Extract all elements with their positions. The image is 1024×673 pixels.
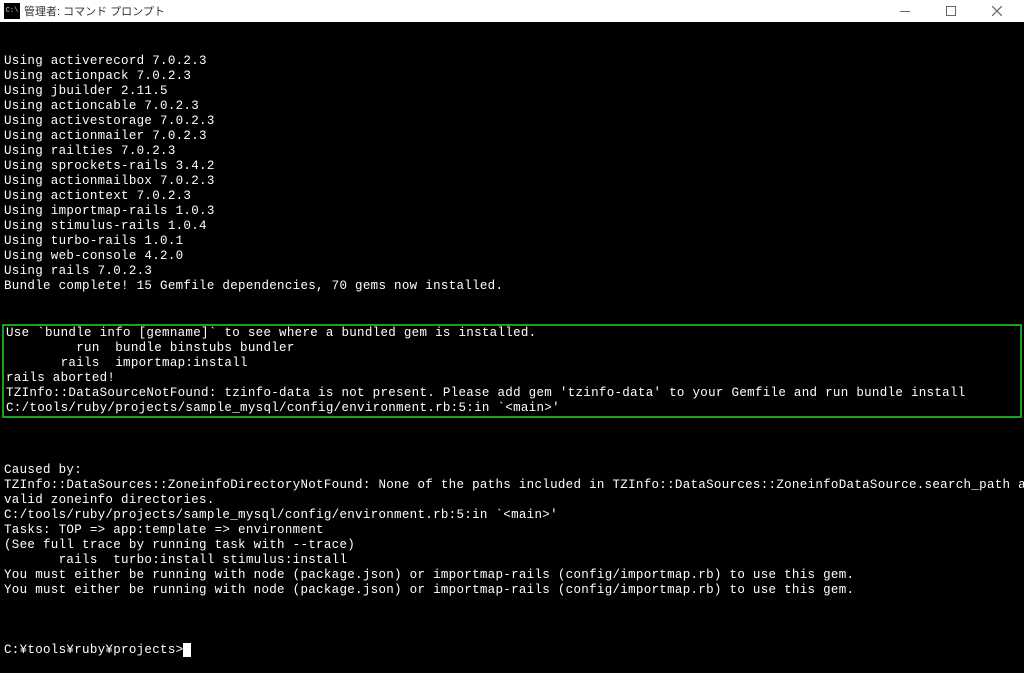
terminal-line: TZInfo::DataSourceNotFound: tzinfo-data … — [6, 386, 1018, 401]
terminal-line: Using activerecord 7.0.2.3 — [4, 54, 1020, 69]
terminal-line: Using actionpack 7.0.2.3 — [4, 69, 1020, 84]
terminal-line — [4, 598, 1020, 613]
highlighted-error-box: Use `bundle info [gemname]` to see where… — [2, 324, 1022, 418]
terminal-line: (See full trace by running task with --t… — [4, 538, 1020, 553]
terminal-line: C:/tools/ruby/projects/sample_mysql/conf… — [4, 508, 1020, 523]
terminal-line: You must either be running with node (pa… — [4, 568, 1020, 583]
terminal-line: Using actioncable 7.0.2.3 — [4, 99, 1020, 114]
terminal-line: Using rails 7.0.2.3 — [4, 264, 1020, 279]
prompt-text: C:¥tools¥ruby¥projects> — [4, 643, 183, 657]
terminal-line: rails turbo:install stimulus:install — [4, 553, 1020, 568]
terminal-line: Bundle complete! 15 Gemfile dependencies… — [4, 279, 1020, 294]
maximize-button[interactable] — [928, 0, 974, 22]
terminal-line: Using web-console 4.2.0 — [4, 249, 1020, 264]
terminal-line: Using actionmailbox 7.0.2.3 — [4, 174, 1020, 189]
terminal-line: Use `bundle info [gemname]` to see where… — [6, 326, 1018, 341]
minimize-button[interactable] — [882, 0, 928, 22]
window-controls — [882, 0, 1020, 22]
terminal-line: Using actionmailer 7.0.2.3 — [4, 129, 1020, 144]
terminal-line: run bundle binstubs bundler — [6, 341, 1018, 356]
prompt-line: C:¥tools¥ruby¥projects> — [4, 643, 1020, 658]
terminal-line: rails aborted! — [6, 371, 1018, 386]
terminal-line: Using railties 7.0.2.3 — [4, 144, 1020, 159]
terminal-line: C:/tools/ruby/projects/sample_mysql/conf… — [6, 401, 1018, 416]
terminal-line: Using actiontext 7.0.2.3 — [4, 189, 1020, 204]
cursor — [183, 643, 191, 657]
terminal-line: Using stimulus-rails 1.0.4 — [4, 219, 1020, 234]
terminal-line: Caused by: — [4, 463, 1020, 478]
output-after-highlight: Caused by:TZInfo::DataSources::ZoneinfoD… — [4, 448, 1020, 613]
terminal-line: TZInfo::DataSources::ZoneinfoDirectoryNo… — [4, 478, 1020, 493]
terminal-line: Using jbuilder 2.11.5 — [4, 84, 1020, 99]
terminal-line: rails importmap:install — [6, 356, 1018, 371]
terminal-line: valid zoneinfo directories. — [4, 493, 1020, 508]
terminal-output[interactable]: Using activerecord 7.0.2.3Using actionpa… — [0, 22, 1024, 572]
window-title: 管理者: コマンド プロンプト — [24, 3, 882, 19]
titlebar: C:\ 管理者: コマンド プロンプト — [0, 0, 1024, 22]
output-before-highlight: Using activerecord 7.0.2.3Using actionpa… — [4, 54, 1020, 294]
close-button[interactable] — [974, 0, 1020, 22]
terminal-line: Using sprockets-rails 3.4.2 — [4, 159, 1020, 174]
terminal-line: Using importmap-rails 1.0.3 — [4, 204, 1020, 219]
terminal-line: Tasks: TOP => app:template => environmen… — [4, 523, 1020, 538]
terminal-line: Using turbo-rails 1.0.1 — [4, 234, 1020, 249]
terminal-line: Using activestorage 7.0.2.3 — [4, 114, 1020, 129]
cmd-icon: C:\ — [4, 3, 20, 19]
terminal-line: You must either be running with node (pa… — [4, 583, 1020, 598]
terminal-line — [4, 448, 1020, 463]
